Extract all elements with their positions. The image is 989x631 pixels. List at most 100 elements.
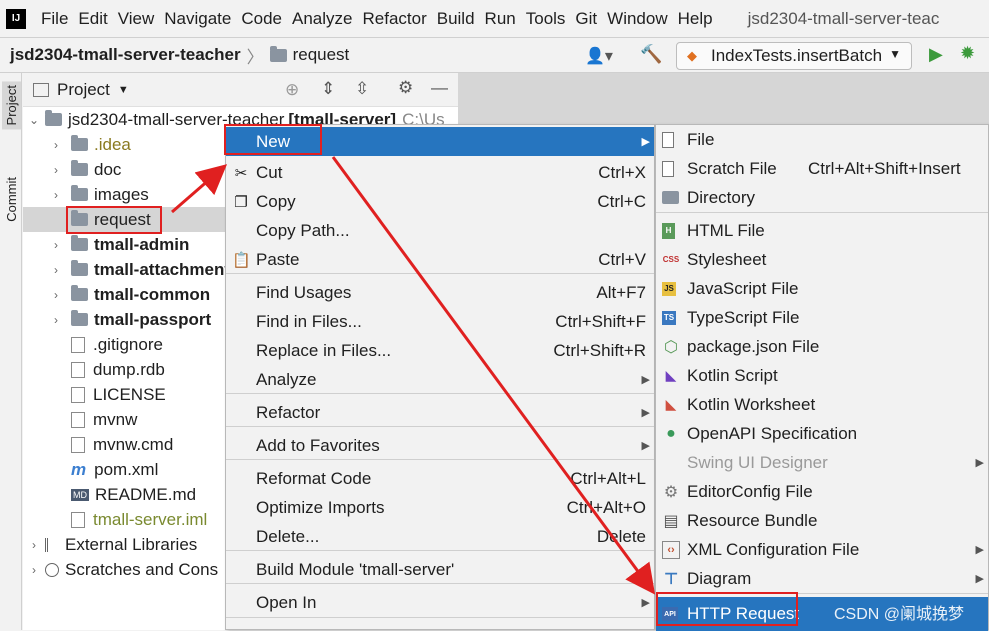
menu-item-label: Swing UI Designer <box>687 452 828 472</box>
menu-tools[interactable]: Tools <box>521 9 571 29</box>
context-menu-item[interactable]: ❐ Copy Ctrl+C <box>226 187 654 216</box>
context-menu-item[interactable]: 📋 Paste Ctrl+V <box>226 245 654 274</box>
project-panel-title[interactable]: Project <box>57 80 110 100</box>
submenu-item[interactable]: Directory <box>656 183 988 212</box>
menu-item-shortcut: Alt+F7 <box>596 282 646 302</box>
menu-build[interactable]: Build <box>432 9 480 29</box>
menu-item-label: Cut <box>256 162 283 182</box>
tree-item-label: images <box>94 184 149 204</box>
api-icon: API <box>662 607 678 621</box>
css-file-icon: CSS <box>662 255 680 264</box>
submenu-item[interactable]: ◣ Kotlin Worksheet <box>656 390 988 419</box>
context-menu-item[interactable]: Add to Favorites ▶ <box>226 431 654 460</box>
hammer-icon[interactable]: 🔨 <box>640 44 662 65</box>
module-folder-icon <box>71 285 88 301</box>
submenu-item[interactable]: ‹› XML Configuration File ▶ <box>656 535 988 564</box>
collapse-all-icon[interactable]: ⇳ <box>355 79 369 99</box>
submenu-item[interactable]: File <box>656 125 988 154</box>
breadcrumb-project[interactable]: jsd2304-tmall-server-teacher <box>10 45 241 65</box>
submenu-item[interactable]: ◣ Kotlin Script <box>656 361 988 390</box>
chevron-down-icon[interactable]: ⌄ <box>27 113 41 127</box>
context-menu-item[interactable]: Replace in Files... Ctrl+Shift+R <box>226 336 654 365</box>
tool-window-strip: Project Commit <box>0 73 22 630</box>
menu-item-label: Open In <box>256 592 317 612</box>
context-menu-item[interactable]: Refactor ▶ <box>226 398 654 427</box>
context-menu-item[interactable]: Find in Files... Ctrl+Shift+F <box>226 307 654 336</box>
chevron-right-icon[interactable]: › <box>49 238 63 252</box>
menu-help[interactable]: Help <box>673 9 718 29</box>
submenu-item[interactable]: ⬡ package.json File <box>656 332 988 361</box>
submenu-item[interactable]: Scratch File Ctrl+Alt+Shift+Insert <box>656 154 988 183</box>
gear-icon[interactable]: ⚙ <box>398 78 413 98</box>
menu-edit[interactable]: Edit <box>73 9 112 29</box>
watermark: CSDN @阑城挽梦 <box>834 606 965 623</box>
tab-project[interactable]: Project <box>2 81 21 130</box>
context-menu-item[interactable]: Open In ▶ <box>226 588 654 617</box>
context-menu-item[interactable]: Find Usages Alt+F7 <box>226 278 654 307</box>
menu-file[interactable]: File <box>36 9 73 29</box>
chevron-right-icon[interactable]: › <box>49 263 63 277</box>
file-icon <box>71 336 85 353</box>
run-icon[interactable]: ▶ <box>929 44 943 65</box>
tree-item-label: README.md <box>95 484 197 504</box>
chevron-right-icon[interactable]: › <box>49 288 63 302</box>
menu-code[interactable]: Code <box>236 9 287 29</box>
tree-item-label: tmall-admin <box>94 234 190 254</box>
chevron-right-icon[interactable]: › <box>49 163 63 177</box>
menu-item-label: Copy <box>256 191 296 211</box>
submenu-item[interactable]: CSS Stylesheet <box>656 245 988 274</box>
chevron-right-icon[interactable]: › <box>27 538 41 552</box>
chevron-right-icon[interactable]: › <box>49 188 63 202</box>
submenu-arrow-icon: ▶ <box>641 440 650 452</box>
menu-item-label: Reformat Code <box>256 468 372 488</box>
submenu-item[interactable]: TS TypeScript File <box>656 303 988 332</box>
intellij-logo-icon: IJ <box>6 8 26 29</box>
menu-separator <box>226 617 654 618</box>
chevron-right-icon[interactable]: › <box>27 563 41 577</box>
menu-window[interactable]: Window <box>602 9 672 29</box>
tab-commit[interactable]: Commit <box>2 173 21 226</box>
submenu-item[interactable]: JS JavaScript File <box>656 274 988 303</box>
chevron-down-icon[interactable]: ▼ <box>118 84 129 96</box>
tree-item-label: mvnw <box>93 409 138 429</box>
chevron-right-icon[interactable]: › <box>49 138 63 152</box>
tree-item-label: .gitignore <box>93 334 163 354</box>
chevron-right-icon[interactable]: › <box>49 313 63 327</box>
submenu-arrow-icon: ▶ <box>975 544 984 556</box>
submenu-item[interactable]: H HTML File <box>656 216 988 245</box>
context-menu-item[interactable]: Build Module 'tmall-server' <box>226 555 654 584</box>
menu-run[interactable]: Run <box>480 9 521 29</box>
expand-all-icon[interactable]: ⇕ <box>321 79 335 99</box>
hide-icon[interactable]: — <box>431 78 448 98</box>
locate-icon[interactable]: ⊕ <box>285 80 299 100</box>
submenu-item[interactable]: ● OpenAPI Specification <box>656 419 988 448</box>
menu-refactor[interactable]: Refactor <box>357 9 431 29</box>
context-menu-item[interactable]: ✂ Cut Ctrl+X <box>226 158 654 187</box>
folder-icon <box>269 46 287 63</box>
menu-git[interactable]: Git <box>570 9 602 29</box>
context-menu-item[interactable]: Optimize Imports Ctrl+Alt+O <box>226 493 654 522</box>
run-configuration-selector[interactable]: ◆ IndexTests.insertBatch ▼ <box>676 42 912 70</box>
window-title: jsd2304-tmall-server-teac <box>747 8 940 28</box>
gear-icon: ⚙ <box>663 483 679 501</box>
module-folder-icon <box>71 310 88 326</box>
context-menu-item[interactable]: New ▶ <box>226 127 654 156</box>
submenu-item[interactable]: ⊤ Diagram ▶ <box>656 564 988 593</box>
menu-view[interactable]: View <box>113 9 160 29</box>
tree-item-label: dump.rdb <box>93 359 165 379</box>
context-menu-item[interactable]: Analyze ▶ <box>226 365 654 394</box>
breadcrumb-folder[interactable]: request <box>269 45 349 65</box>
menu-item-label: Refactor <box>256 402 321 422</box>
submenu-arrow-icon: ▶ <box>975 573 984 585</box>
context-menu-item[interactable]: Delete... Delete <box>226 522 654 551</box>
submenu-item[interactable]: ▤ Resource Bundle <box>656 506 988 535</box>
menu-navigate[interactable]: Navigate <box>159 9 236 29</box>
context-menu-item[interactable]: Reformat Code Ctrl+Alt+L <box>226 464 654 493</box>
menu-item-label: Kotlin Worksheet <box>687 394 816 414</box>
menu-item-label: Add to Favorites <box>256 435 380 455</box>
submenu-item[interactable]: ⚙ EditorConfig File <box>656 477 988 506</box>
menu-analyze[interactable]: Analyze <box>287 9 357 29</box>
user-icon[interactable]: 👤▾ <box>585 46 613 66</box>
context-menu-item[interactable]: Copy Path... <box>226 216 654 245</box>
debug-icon[interactable]: ✹ <box>960 43 975 64</box>
